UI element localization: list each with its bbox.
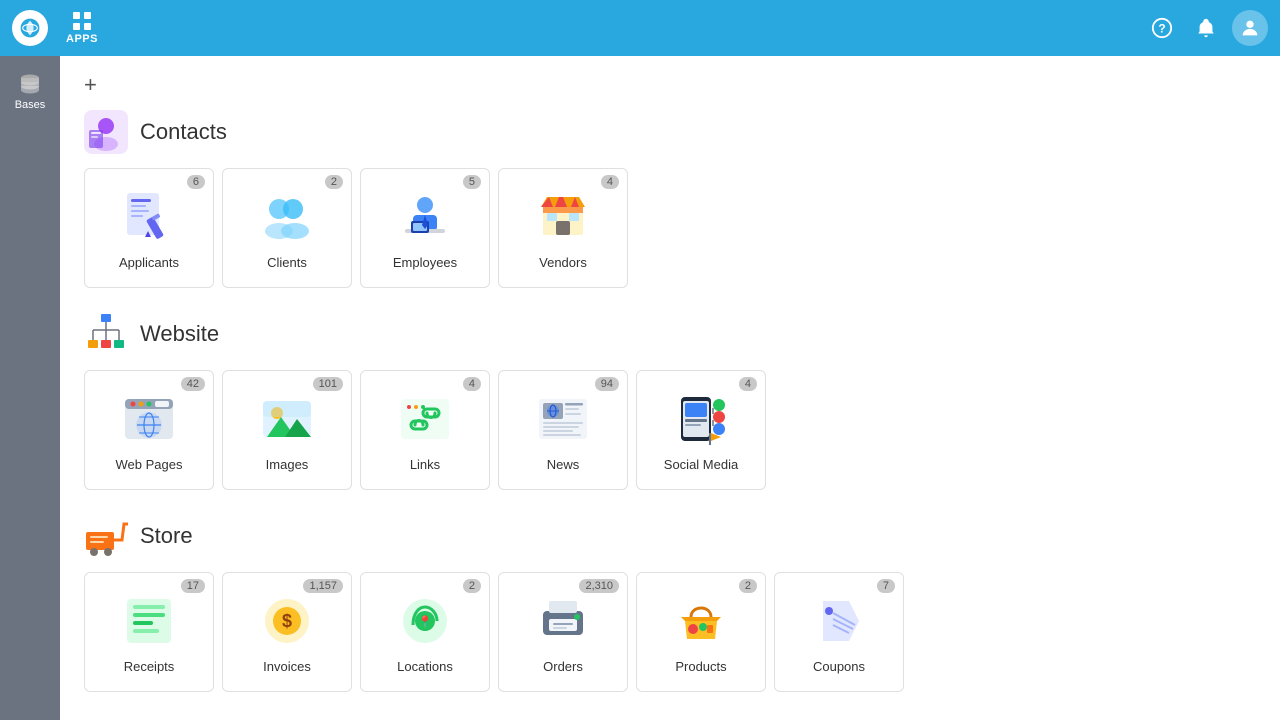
store-2-badge: 1,157 [303,579,343,593]
contacts-title: Contacts [140,119,227,145]
vendors-icon [533,187,593,247]
website-title: Website [140,321,219,347]
store-1-icon [119,591,179,651]
images-icon [257,389,317,449]
section-store-header: Store [84,514,1256,558]
store-6-badge: 7 [877,579,895,593]
store-4-label: Orders [543,659,583,674]
images-badge: 101 [313,377,343,391]
header: APPS ? [0,0,1280,56]
user-avatar[interactable] [1232,10,1268,46]
svg-text:$: $ [282,611,292,631]
web-pages-label: Web Pages [116,457,183,472]
store-2-icon: $ [257,591,317,651]
app-card-applicants[interactable]: 6 [84,168,214,288]
section-contacts-header: Contacts [84,110,1256,154]
news-label: News [547,457,580,472]
apps-nav[interactable]: APPS [56,7,108,49]
section-website: Website 42 [84,312,1256,490]
store-title: Store [140,523,193,549]
app-card-links[interactable]: 4 [360,370,490,490]
contacts-icon [84,110,128,154]
applicants-label: Applicants [119,255,179,270]
app-card-clients[interactable]: 2 Clients [222,168,352,288]
store-4-badge: 2,310 [579,579,619,593]
links-label: Links [410,457,440,472]
images-label: Images [266,457,309,472]
sidebar-bases-label: Bases [15,99,46,111]
app-card-store-1[interactable]: 17 Receipts [84,572,214,692]
store-2-label: Invoices [263,659,311,674]
store-6-label: Coupons [813,659,865,674]
employees-badge: 5 [463,175,481,189]
website-icon [84,312,128,356]
website-grid: 42 [84,370,1256,490]
store-icon [84,514,128,558]
help-button[interactable]: ? [1144,10,1180,46]
store-1-badge: 17 [181,579,205,593]
app-card-store-6[interactable]: 7 Coupons [774,572,904,692]
notifications-button[interactable] [1188,10,1224,46]
clients-badge: 2 [325,175,343,189]
clients-icon [257,187,317,247]
app-card-store-3[interactable]: 2 📍 Locations [360,572,490,692]
news-icon [533,389,593,449]
store-3-label: Locations [397,659,453,674]
store-6-icon [809,591,869,651]
store-3-badge: 2 [463,579,481,593]
store-3-icon: 📍 [395,591,455,651]
employees-label: Employees [393,255,457,270]
vendors-badge: 4 [601,175,619,189]
employees-icon [395,187,455,247]
applicants-icon [119,187,179,247]
sidebar: Bases [0,56,60,720]
app-card-web-pages[interactable]: 42 [84,370,214,490]
apps-label: APPS [66,33,98,45]
store-5-icon [671,591,731,651]
app-card-store-2[interactable]: 1,157 $ Invoices [222,572,352,692]
store-grid: 17 Receipts 1,157 [84,572,1256,692]
app-card-store-5[interactable]: 2 Produ [636,572,766,692]
store-5-badge: 2 [739,579,757,593]
social-media-label: Social Media [664,457,738,472]
clients-label: Clients [267,255,307,270]
app-card-employees[interactable]: 5 [360,168,490,288]
store-4-icon [533,591,593,651]
vendors-label: Vendors [539,255,587,270]
section-contacts: Contacts 6 [84,110,1256,288]
contacts-grid: 6 [84,168,1256,288]
svg-text:📍: 📍 [418,615,433,629]
section-website-header: Website [84,312,1256,356]
applicants-badge: 6 [187,175,205,189]
app-card-vendors[interactable]: 4 [498,168,628,288]
social-media-icon [671,389,731,449]
app-card-store-4[interactable]: 2,310 Orders [498,572,628,692]
sidebar-item-bases[interactable]: Bases [0,64,60,119]
links-badge: 4 [463,377,481,391]
section-store: Store 17 Receipts [84,514,1256,692]
app-card-images[interactable]: 101 Images [222,370,352,490]
add-button[interactable]: + [84,72,97,110]
web-pages-badge: 42 [181,377,205,391]
app-card-social-media[interactable]: 4 [636,370,766,490]
web-pages-icon [119,389,179,449]
store-1-label: Receipts [124,659,175,674]
store-5-label: Products [675,659,726,674]
logo[interactable] [12,10,48,46]
social-media-badge: 4 [739,377,757,391]
news-badge: 94 [595,377,619,391]
main-content: + Contacts [60,56,1280,720]
svg-text:?: ? [1158,22,1165,36]
app-card-news[interactable]: 94 [498,370,628,490]
links-icon [395,389,455,449]
